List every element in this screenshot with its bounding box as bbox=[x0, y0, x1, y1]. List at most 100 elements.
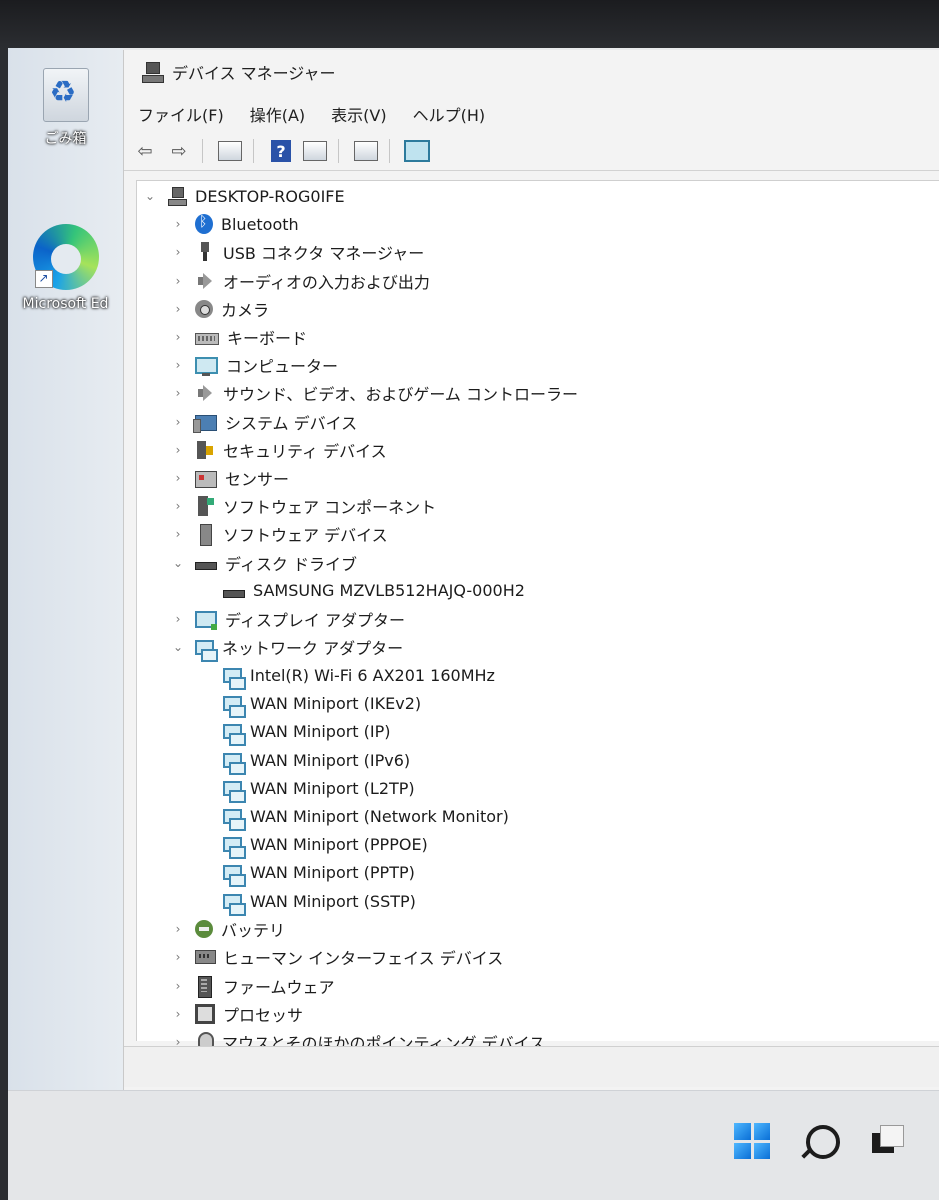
desktop-icon-recycle-bin[interactable]: ごみ箱 bbox=[8, 68, 123, 148]
tree-device[interactable]: SAMSUNG MZVLB512HAJQ-000H2 bbox=[199, 578, 525, 604]
tree-item-label: ヒューマン インターフェイス デバイス bbox=[223, 949, 504, 969]
menu-action[interactable]: 操作(A) bbox=[236, 100, 317, 128]
tree-category[interactable]: › コンピューター bbox=[171, 352, 338, 378]
chevron-right-icon[interactable]: › bbox=[171, 950, 185, 964]
tree-item-label: オーディオの入力および出力 bbox=[223, 272, 430, 292]
chevron-right-icon[interactable]: › bbox=[171, 217, 185, 231]
chevron-down-icon[interactable]: ⌄ bbox=[143, 189, 157, 203]
tree-item-label: WAN Miniport (IKEv2) bbox=[250, 694, 422, 714]
tree-category[interactable]: › サウンド、ビデオ、およびゲーム コントローラー bbox=[171, 380, 578, 406]
device-tree: ⌄ DESKTOP-ROG0IFE › Bluetooth › USB コネクタ マネージ… bbox=[136, 180, 939, 1053]
tree-device[interactable]: WAN Miniport (IP) bbox=[199, 719, 391, 747]
tree-item-label: ファームウェア bbox=[223, 977, 335, 997]
edge-label: Microsoft Ed bbox=[22, 296, 109, 312]
edge-icon: ↗ bbox=[32, 224, 99, 290]
chevron-right-icon[interactable]: › bbox=[171, 330, 185, 344]
tree-category[interactable]: › ソフトウェア コンポーネント bbox=[171, 493, 436, 519]
tree-category[interactable]: ⌄ ネットワーク アダプター bbox=[171, 634, 404, 662]
chevron-right-icon[interactable]: › bbox=[171, 499, 185, 513]
tree-item-label: WAN Miniport (Network Monitor) bbox=[250, 806, 509, 826]
tree-device[interactable]: WAN Miniport (SSTP) bbox=[199, 888, 416, 916]
tree-device[interactable]: WAN Miniport (L2TP) bbox=[199, 775, 415, 803]
tree-device[interactable]: WAN Miniport (PPPOE) bbox=[199, 832, 428, 860]
tree-category[interactable]: › オーディオの入力および出力 bbox=[171, 268, 430, 294]
window-title: デバイス マネージャー bbox=[172, 64, 336, 83]
toolbar-separator bbox=[338, 139, 339, 163]
tree-device[interactable]: WAN Miniport (IPv6) bbox=[199, 747, 410, 775]
tree-category[interactable]: › プロセッサ bbox=[171, 1001, 303, 1027]
recycle-bin-icon bbox=[42, 68, 89, 122]
tree-device[interactable]: Intel(R) Wi-Fi 6 AX201 160MHz bbox=[199, 662, 495, 690]
chevron-right-icon[interactable]: › bbox=[171, 612, 185, 626]
desktop-icon-edge[interactable]: ↗ Microsoft Ed bbox=[8, 224, 123, 312]
chevron-right-icon[interactable]: › bbox=[171, 527, 185, 541]
security-device-icon bbox=[195, 440, 215, 460]
software-component-icon bbox=[195, 496, 215, 517]
menu-view[interactable]: 表示(V) bbox=[317, 100, 398, 128]
chevron-right-icon[interactable]: › bbox=[171, 386, 185, 400]
chevron-right-icon[interactable]: › bbox=[171, 302, 185, 316]
menu-file[interactable]: ファイル(F) bbox=[124, 100, 236, 128]
tree-category[interactable]: › Bluetooth bbox=[171, 211, 299, 237]
tree-category[interactable]: › ソフトウェア デバイス bbox=[171, 521, 388, 547]
title-bar[interactable]: デバイス マネージャー bbox=[124, 50, 939, 94]
chevron-right-icon[interactable]: › bbox=[171, 471, 185, 485]
search-icon[interactable] bbox=[806, 1125, 840, 1159]
tree-device[interactable]: WAN Miniport (Network Monitor) bbox=[199, 803, 509, 831]
chevron-right-icon[interactable]: › bbox=[171, 358, 185, 372]
toolbar-separator bbox=[202, 139, 203, 163]
chevron-right-icon[interactable]: › bbox=[171, 979, 185, 993]
chevron-down-icon[interactable]: ⌄ bbox=[171, 556, 185, 570]
chevron-right-icon[interactable]: › bbox=[171, 922, 185, 936]
tree-device[interactable]: WAN Miniport (PPTP) bbox=[199, 860, 415, 888]
shortcut-arrow-icon: ↗ bbox=[34, 270, 53, 288]
action-pane-button[interactable] bbox=[302, 139, 328, 163]
software-device-icon bbox=[195, 524, 215, 547]
tree-category[interactable]: › システム デバイス bbox=[171, 409, 357, 435]
tree-item-label: プロセッサ bbox=[223, 1005, 304, 1025]
task-view-icon[interactable] bbox=[872, 1125, 904, 1153]
chevron-right-icon[interactable]: › bbox=[171, 1007, 185, 1021]
chevron-right-icon[interactable]: › bbox=[171, 415, 185, 429]
help-button[interactable]: ? bbox=[268, 139, 294, 163]
tree-item-label: USB コネクタ マネージャー bbox=[223, 244, 425, 264]
scan-hardware-button[interactable] bbox=[404, 139, 430, 163]
network-adapter-icon bbox=[223, 837, 246, 860]
update-driver-button[interactable] bbox=[353, 139, 379, 163]
tree-category[interactable]: ⌄ ディスク ドライブ bbox=[171, 550, 357, 576]
show-hide-console-tree-button[interactable] bbox=[217, 139, 243, 163]
tree-item-label: ネットワーク アダプター bbox=[222, 639, 404, 659]
chevron-right-icon[interactable]: › bbox=[171, 274, 185, 288]
windows-start-icon[interactable] bbox=[734, 1123, 770, 1159]
tree-category[interactable]: › センサー bbox=[171, 465, 289, 491]
tree-item-label: WAN Miniport (IP) bbox=[250, 722, 391, 742]
chevron-right-icon[interactable]: › bbox=[171, 443, 185, 457]
network-adapter-icon bbox=[195, 639, 218, 662]
back-button[interactable]: ⇦ bbox=[132, 139, 158, 163]
tree-category[interactable]: › カメラ bbox=[171, 296, 269, 322]
desktop: ごみ箱 ↗ Microsoft Ed bbox=[8, 48, 123, 1090]
chevron-right-icon[interactable]: › bbox=[171, 245, 185, 259]
computer-icon bbox=[167, 186, 187, 206]
tree-item-label: ソフトウェア デバイス bbox=[223, 526, 388, 546]
screen: ごみ箱 ↗ Microsoft Ed デバイス マネージャー ファイル(F) 操… bbox=[8, 48, 939, 1200]
tree-category[interactable]: › USB コネクタ マネージャー bbox=[171, 239, 424, 265]
tree-category[interactable]: › セキュリティ デバイス bbox=[171, 437, 387, 463]
tree-category[interactable]: › ファームウェア bbox=[171, 973, 335, 999]
battery-icon bbox=[195, 920, 213, 939]
tree-item-label: ディスク ドライブ bbox=[225, 554, 357, 574]
chevron-down-icon[interactable]: ⌄ bbox=[171, 640, 185, 654]
tree-category[interactable]: › ヒューマン インターフェイス デバイス bbox=[171, 944, 504, 970]
tree-item-label: WAN Miniport (L2TP) bbox=[250, 778, 415, 798]
tree-category[interactable]: › バッテリ bbox=[171, 916, 285, 942]
network-adapter-icon bbox=[223, 808, 246, 831]
tree-category[interactable]: › キーボード bbox=[171, 324, 307, 350]
tree-root[interactable]: ⌄ DESKTOP-ROG0IFE bbox=[143, 183, 345, 209]
tree-category[interactable]: › ディスプレイ アダプター bbox=[171, 606, 405, 632]
forward-button[interactable]: ⇨ bbox=[166, 139, 192, 163]
toolbar-separator bbox=[253, 139, 254, 163]
menu-help[interactable]: ヘルプ(H) bbox=[399, 100, 498, 128]
tree-item-label: ディスプレイ アダプター bbox=[225, 611, 405, 630]
tree-device[interactable]: WAN Miniport (IKEv2) bbox=[199, 691, 422, 719]
tree-item-label: WAN Miniport (SSTP) bbox=[250, 891, 416, 911]
